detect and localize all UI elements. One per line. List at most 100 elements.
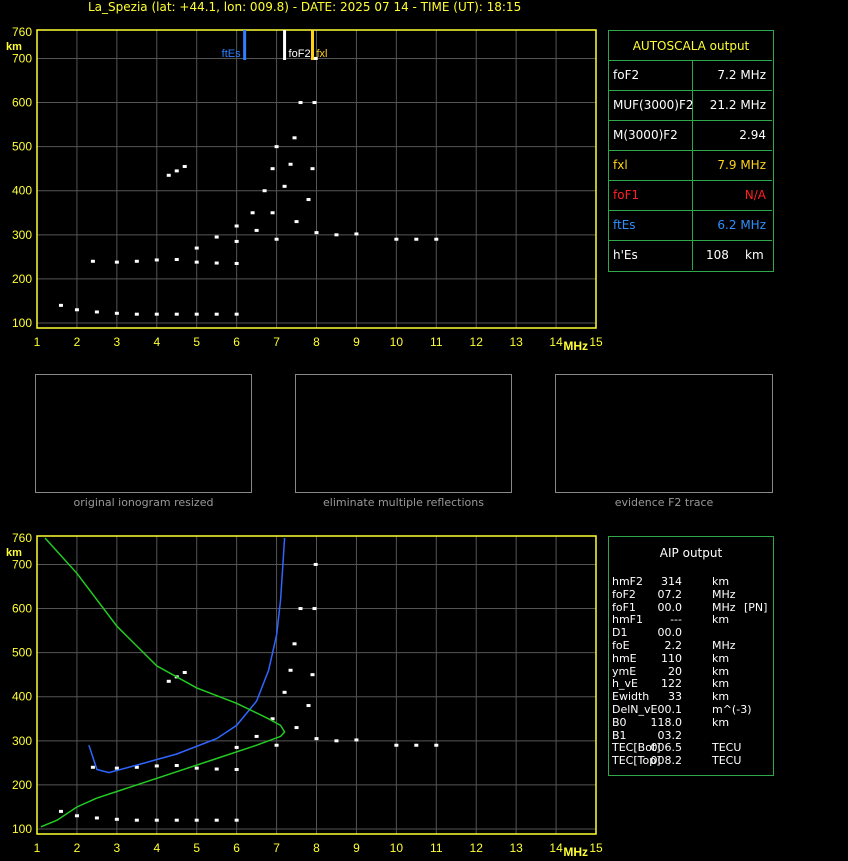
aip-label: D1 xyxy=(612,626,628,640)
x-tick-label: 2 xyxy=(74,841,81,855)
trace-point xyxy=(114,311,119,315)
y-axis-label: km xyxy=(6,547,22,559)
autoscala-label: foF1 xyxy=(613,188,640,202)
marker-label: foF2 xyxy=(289,48,311,60)
trace-point xyxy=(234,745,239,749)
trace-point xyxy=(254,734,259,738)
aip-label: B0 xyxy=(612,715,627,729)
y-tick-label: 500 xyxy=(12,140,32,154)
col-divider xyxy=(692,210,693,240)
aip-value: 20 xyxy=(668,664,682,678)
x-tick-label: 7 xyxy=(273,841,280,855)
row-divider xyxy=(608,240,772,241)
trace-point xyxy=(134,259,139,263)
x-tick-label: 4 xyxy=(153,335,160,349)
trace-point xyxy=(154,258,159,262)
x-tick-label: 5 xyxy=(193,841,200,855)
y-tick-label: 500 xyxy=(12,646,32,660)
trace-point xyxy=(214,261,219,265)
x-tick-label: 8 xyxy=(313,841,320,855)
trace-point xyxy=(174,169,179,173)
trace-point xyxy=(292,642,297,646)
aip-label: hmF2 xyxy=(612,575,644,588)
y-tick-label: 700 xyxy=(12,557,32,571)
x-tick-label: 9 xyxy=(353,841,360,855)
aip-unit: TECU xyxy=(712,754,742,768)
trace-point xyxy=(314,737,319,741)
x-tick-label: 11 xyxy=(430,335,443,349)
x-tick-label: 1 xyxy=(34,335,41,349)
trace-point xyxy=(394,743,399,747)
trace-point xyxy=(174,764,179,768)
col-divider xyxy=(692,180,693,210)
trace-point xyxy=(250,211,255,215)
aip-value: 03.2 xyxy=(657,728,683,742)
col-divider xyxy=(692,120,693,150)
trace-point xyxy=(174,312,179,316)
aip-value: 2.2 xyxy=(664,639,683,652)
aip-label: foF2 xyxy=(612,587,636,601)
trace-point xyxy=(274,743,279,747)
aip-unit: MHz xyxy=(712,639,736,652)
x-tick-label: 14 xyxy=(549,335,563,349)
x-axis-label: MHz xyxy=(563,339,588,353)
autoscala-value: 6.2 MHz xyxy=(717,218,766,232)
trace-point xyxy=(294,726,299,730)
trace-point xyxy=(288,668,293,672)
autoscala-label: M(3000)F2 xyxy=(613,128,678,142)
aip-note: [PN] xyxy=(744,600,768,614)
aip-value: 07.2 xyxy=(657,587,683,601)
aip-value: 33 xyxy=(668,690,682,704)
aip-unit: km xyxy=(712,715,730,729)
aip-label: foE xyxy=(612,639,630,652)
trace-point xyxy=(394,237,399,241)
trace-point xyxy=(194,260,199,264)
trace-point xyxy=(234,224,239,228)
row-divider xyxy=(608,180,772,181)
trace-point xyxy=(306,198,311,202)
trace-point xyxy=(434,743,439,747)
x-tick-label: 1 xyxy=(34,841,41,855)
x-tick-label: 12 xyxy=(470,335,484,349)
autoscala-table xyxy=(608,30,774,272)
series-line-7 xyxy=(40,537,286,828)
autoscala-label: fxl xyxy=(613,158,628,172)
trace-point xyxy=(174,258,179,262)
trace-point xyxy=(194,246,199,250)
thumbnail-f2-trace xyxy=(555,374,773,493)
col-divider xyxy=(692,240,693,270)
aip-value: 006.5 xyxy=(650,741,683,755)
x-tick-label: 11 xyxy=(430,841,443,855)
x-tick-label: 14 xyxy=(549,841,563,855)
trace-point xyxy=(154,818,159,822)
aip-unit: km xyxy=(712,575,730,588)
trace-point xyxy=(114,260,119,264)
aip-label: h_vE xyxy=(612,677,638,691)
trace-point xyxy=(292,136,297,140)
x-tick-label: 15 xyxy=(589,335,603,349)
y-tick-label: 700 xyxy=(12,51,32,65)
thumbnail-caption: original ionogram resized xyxy=(73,496,214,509)
trace-point xyxy=(434,237,439,241)
aip-unit: km xyxy=(712,677,730,691)
autoscala-value: 2.94 xyxy=(739,128,766,142)
trace-point xyxy=(262,189,267,193)
trace-point xyxy=(354,232,359,236)
trace-point xyxy=(90,259,95,263)
x-tick-label: 13 xyxy=(509,841,523,855)
y-tick-label: 200 xyxy=(12,778,32,792)
trace-point xyxy=(74,308,79,312)
marker-label: ftEs xyxy=(222,48,241,60)
trace-point xyxy=(234,261,239,265)
trace-point xyxy=(334,739,339,743)
trace-point xyxy=(194,818,199,822)
x-tick-label: 2 xyxy=(74,335,81,349)
autoscala-title: AUTOSCALA output xyxy=(632,39,750,53)
trace-point xyxy=(310,167,315,171)
y-tick-label: 400 xyxy=(12,690,32,704)
x-tick-label: 6 xyxy=(233,335,240,349)
aip-value: 110 xyxy=(661,651,682,665)
trace-point xyxy=(134,818,139,822)
trace-point xyxy=(234,767,239,771)
trace-point xyxy=(154,312,159,316)
